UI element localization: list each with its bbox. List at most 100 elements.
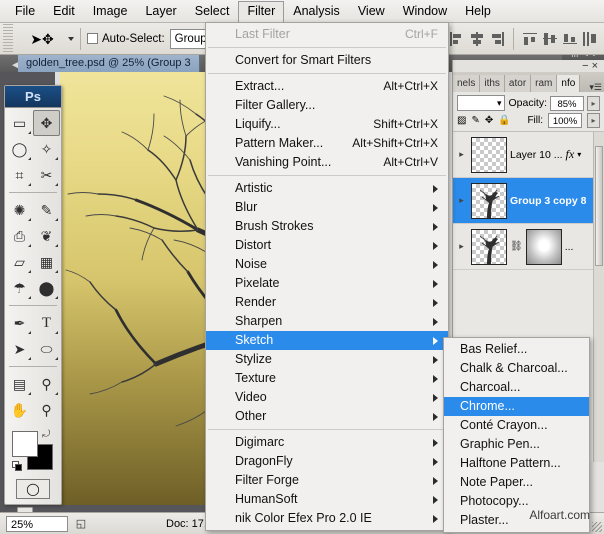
- auto-select-checkbox[interactable]: [87, 33, 98, 44]
- layer-visibility-icon[interactable]: ▸: [455, 195, 468, 206]
- menu-item-digimarc[interactable]: Digimarc: [206, 433, 448, 452]
- scrollbar-thumb[interactable]: [595, 146, 603, 266]
- layer-visibility-icon[interactable]: ▸: [455, 241, 468, 252]
- history-brush-tool[interactable]: ❦: [33, 223, 60, 249]
- menu-select[interactable]: Select: [186, 1, 239, 21]
- menu-analysis[interactable]: Analysis: [284, 1, 349, 21]
- table-row[interactable]: ▸ Group 3 copy 8: [453, 178, 604, 224]
- fill-slider-arrow[interactable]: ▸: [587, 113, 600, 128]
- distribute-bottom-edges-icon[interactable]: [562, 31, 578, 47]
- foreground-color-swatch[interactable]: [12, 431, 38, 457]
- tab-info[interactable]: nfo: [557, 75, 580, 92]
- lock-image-pixels-icon[interactable]: ✎: [471, 115, 479, 126]
- tab-channels[interactable]: nels: [453, 75, 480, 92]
- resize-grip[interactable]: [592, 522, 602, 532]
- menu-item-brush-strokes[interactable]: Brush Strokes: [206, 217, 448, 236]
- panel-menu-icon[interactable]: ▾☰: [589, 82, 602, 93]
- menu-item-chrome[interactable]: Chrome...: [444, 397, 589, 416]
- menu-item-pixelate[interactable]: Pixelate: [206, 274, 448, 293]
- fill-value[interactable]: 100%: [548, 113, 582, 128]
- menu-item-bas-relief[interactable]: Bas Relief...: [444, 340, 589, 359]
- menu-item-liquify[interactable]: Liquify... Shift+Ctrl+X: [206, 115, 448, 134]
- align-horizontal-centers-icon[interactable]: [469, 31, 485, 47]
- clone-stamp-tool[interactable]: ⎙: [6, 223, 33, 249]
- menu-item-nik-color-efex-pro[interactable]: nik Color Efex Pro 2.0 IE: [206, 509, 448, 528]
- opacity-slider-arrow[interactable]: ▸: [587, 96, 600, 111]
- menu-item-dragonfly[interactable]: DragonFly: [206, 452, 448, 471]
- lock-position-icon[interactable]: ✥: [485, 115, 493, 126]
- crop-tool[interactable]: ⌗: [6, 162, 33, 188]
- layer-mask-thumb[interactable]: [526, 229, 562, 265]
- tool-preset-chevron-icon[interactable]: [68, 37, 74, 41]
- align-left-edges-icon[interactable]: [449, 31, 465, 47]
- menu-item-chalk-and-charcoal[interactable]: Chalk & Charcoal...: [444, 359, 589, 378]
- menu-item-filter-forge[interactable]: Filter Forge: [206, 471, 448, 490]
- zoom-level-input[interactable]: 25%: [6, 516, 68, 532]
- distribute-top-edges-icon[interactable]: [522, 31, 538, 47]
- menu-item-noise[interactable]: Noise: [206, 255, 448, 274]
- tab-histogram[interactable]: ram: [531, 75, 557, 92]
- chevron-down-icon[interactable]: ▾: [577, 150, 581, 159]
- table-row[interactable]: ▸ ⛓ ...: [453, 224, 604, 270]
- menu-help[interactable]: Help: [456, 1, 500, 21]
- transparent-layer-thumb[interactable]: [471, 137, 507, 173]
- window-controls[interactable]: −×: [582, 60, 601, 72]
- path-selection-tool[interactable]: ➤: [6, 336, 33, 362]
- menu-item-pattern-maker[interactable]: Pattern Maker... Alt+Shift+Ctrl+X: [206, 134, 448, 153]
- layer-visibility-icon[interactable]: ▸: [455, 149, 468, 160]
- menu-item-conte-crayon[interactable]: Conté Crayon...: [444, 416, 589, 435]
- lock-all-icon[interactable]: 🔒: [498, 115, 510, 126]
- layer-list-scrollbar[interactable]: [593, 132, 604, 462]
- menu-view[interactable]: View: [349, 1, 394, 21]
- menu-item-stylize[interactable]: Stylize: [206, 350, 448, 369]
- document-tab[interactable]: golden_tree.psd @ 25% (Group 3: [18, 55, 200, 72]
- menu-filter[interactable]: Filter: [238, 1, 284, 22]
- close-button[interactable]: ×: [592, 60, 601, 72]
- menu-item-blur[interactable]: Blur: [206, 198, 448, 217]
- active-tool-preview[interactable]: ➤✥: [20, 27, 64, 51]
- tab-navigator[interactable]: ator: [505, 75, 531, 92]
- filter-dropdown-menu[interactable]: Last Filter Ctrl+F Convert for Smart Fil…: [205, 22, 449, 531]
- menu-edit[interactable]: Edit: [44, 1, 84, 21]
- blur-tool[interactable]: ☂: [6, 275, 33, 301]
- lasso-tool[interactable]: ◯: [6, 136, 33, 162]
- menu-image[interactable]: Image: [84, 1, 137, 21]
- menu-item-other[interactable]: Other: [206, 407, 448, 426]
- default-colors-icon[interactable]: [12, 461, 23, 472]
- eraser-tool[interactable]: ▱: [6, 249, 33, 275]
- menu-item-distort[interactable]: Distort: [206, 236, 448, 255]
- menu-item-extract[interactable]: Extract... Alt+Ctrl+X: [206, 77, 448, 96]
- menu-item-convert-for-smart-filters[interactable]: Convert for Smart Filters: [206, 51, 448, 70]
- quick-mask-icon[interactable]: ◯: [16, 479, 50, 499]
- status-arrow-icon[interactable]: ◱: [68, 517, 94, 530]
- menu-item-sketch[interactable]: Sketch: [206, 331, 448, 350]
- menu-item-filter-gallery[interactable]: Filter Gallery...: [206, 96, 448, 115]
- slice-tool[interactable]: ✂: [33, 162, 60, 188]
- eyedropper-tool[interactable]: ⚲: [33, 371, 60, 397]
- table-row[interactable]: ▸ Layer 10 ... fx ▾: [453, 132, 604, 178]
- magic-wand-tool[interactable]: ✧: [33, 136, 60, 162]
- brush-tool[interactable]: ✎: [33, 197, 60, 223]
- sketch-submenu[interactable]: Bas Relief... Chalk & Charcoal... Charco…: [443, 337, 590, 533]
- healing-brush-tool[interactable]: ✺: [6, 197, 33, 223]
- menu-item-vanishing-point[interactable]: Vanishing Point... Alt+Ctrl+V: [206, 153, 448, 172]
- link-mask-icon[interactable]: ⛓: [510, 241, 523, 252]
- layer-fx-icon[interactable]: fx: [566, 147, 575, 162]
- menu-item-texture[interactable]: Texture: [206, 369, 448, 388]
- pen-tool[interactable]: ✒: [6, 310, 33, 336]
- menu-window[interactable]: Window: [394, 1, 456, 21]
- ellipse-shape-tool[interactable]: ⬭: [33, 336, 60, 362]
- rectangular-marquee-tool[interactable]: ▭: [6, 110, 33, 136]
- menu-layer[interactable]: Layer: [136, 1, 185, 21]
- tree-layer-thumb[interactable]: [471, 229, 507, 265]
- minimize-button[interactable]: −: [582, 60, 591, 72]
- dodge-tool[interactable]: ⬤: [33, 275, 60, 301]
- opacity-value[interactable]: 85%: [550, 96, 584, 111]
- tab-paths[interactable]: iths: [480, 75, 505, 92]
- type-tool[interactable]: T: [33, 310, 60, 336]
- menu-item-last-filter[interactable]: Last Filter Ctrl+F: [206, 25, 448, 44]
- menu-item-sharpen[interactable]: Sharpen: [206, 312, 448, 331]
- align-right-edges-icon[interactable]: [489, 31, 505, 47]
- menu-item-note-paper[interactable]: Note Paper...: [444, 473, 589, 492]
- swap-colors-icon[interactable]: ⤾: [42, 429, 50, 440]
